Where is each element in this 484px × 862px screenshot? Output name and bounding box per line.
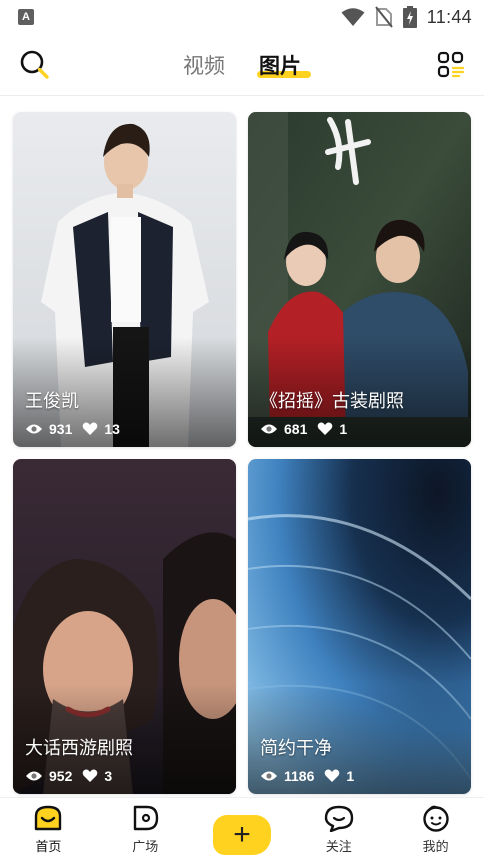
card-stats: 952 3 (25, 768, 116, 784)
nav-mine-label: 我的 (422, 840, 449, 855)
view-count: 681 (284, 421, 308, 437)
eye-icon (26, 424, 42, 434)
picture-card[interactable]: 简约干净 1186 1 (248, 459, 471, 794)
top-bar: 视频 图片 (0, 34, 484, 96)
nav-square[interactable]: 广场 (97, 798, 194, 862)
card-stats: 681 1 (260, 421, 351, 437)
nav-square-label: 广场 (132, 840, 159, 855)
battery-charging-icon (402, 6, 417, 28)
like-count: 1 (346, 768, 355, 784)
clock: 11:44 (426, 6, 472, 27)
plus-icon: + (233, 818, 251, 851)
picture-feed[interactable]: 王俊凯 931 13 《招摇》古装剧照 681 1 大话西游剧照 952 3 简… (0, 97, 484, 797)
card-stats: 1186 1 (260, 768, 358, 784)
nav-follow[interactable]: 关注 (290, 798, 387, 862)
heart-icon (325, 769, 340, 782)
nav-mine[interactable]: 我的 (387, 798, 484, 862)
like-count: 1 (339, 421, 348, 437)
eye-icon (261, 771, 277, 781)
like-count: 3 (104, 768, 113, 784)
chat-bubble-icon (324, 805, 353, 832)
wifi-icon (341, 8, 365, 26)
no-sim-icon (375, 6, 393, 28)
create-post-button[interactable]: + (212, 815, 271, 855)
card-title: 简约干净 (260, 738, 332, 759)
square-tag-icon (133, 805, 159, 831)
heart-icon (318, 422, 333, 435)
nav-home[interactable]: 首页 (0, 798, 97, 862)
app-notification-icon: A (18, 9, 34, 25)
view-count: 931 (49, 421, 73, 437)
bottom-nav: 首页 广场 + 关注 我的 (0, 797, 484, 862)
view-count: 952 (49, 768, 73, 784)
card-stats: 931 13 (25, 421, 124, 437)
picture-card[interactable]: 大话西游剧照 952 3 (13, 459, 236, 794)
heart-icon (83, 422, 98, 435)
home-icon (35, 805, 62, 831)
status-icons: 11:44 (341, 6, 472, 28)
tab-video-label: 视频 (183, 54, 225, 78)
nav-create[interactable]: + (194, 798, 291, 862)
nav-home-label: 首页 (35, 840, 62, 855)
face-icon (422, 805, 449, 832)
like-count: 13 (104, 421, 120, 437)
eye-icon (26, 771, 42, 781)
heart-icon (83, 769, 98, 782)
tab-pictures-label: 图片 (259, 54, 301, 78)
status-bar: A 11:44 (0, 0, 484, 34)
eye-icon (261, 424, 277, 434)
nav-follow-label: 关注 (325, 840, 352, 855)
card-title: 王俊凯 (25, 391, 79, 412)
card-title: 《招摇》古装剧照 (260, 391, 404, 412)
grid-menu-icon (437, 51, 465, 78)
tab-pictures[interactable]: 图片 (255, 50, 311, 80)
card-title: 大话西游剧照 (25, 738, 133, 759)
content-tabs: 视频 图片 (0, 34, 484, 96)
grid-menu-button[interactable] (434, 48, 468, 82)
view-count: 1186 (284, 768, 315, 784)
tab-video[interactable]: 视频 (179, 50, 229, 80)
picture-card[interactable]: 王俊凯 931 13 (13, 112, 236, 447)
picture-card[interactable]: 《招摇》古装剧照 681 1 (248, 112, 471, 447)
